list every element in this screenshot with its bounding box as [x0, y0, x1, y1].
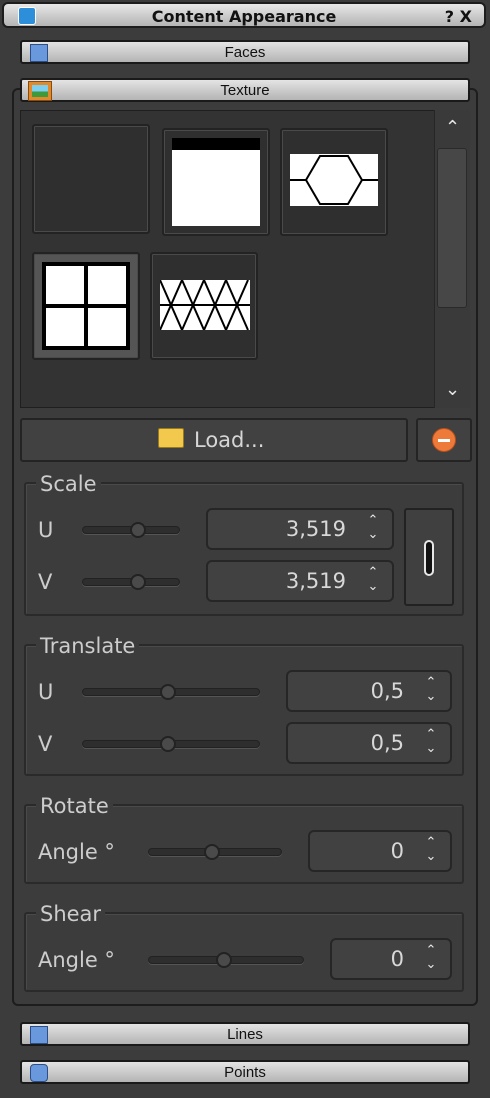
updown-arrows-icon[interactable]: ⌃ ⌄ [420, 836, 442, 866]
scale-v-label: V [38, 570, 53, 594]
scale-u-spinbox[interactable]: 3,519 ⌃ ⌄ [206, 508, 394, 550]
updown-arrows-icon[interactable]: ⌃ ⌄ [362, 566, 384, 596]
texture-thumb-none[interactable] [32, 124, 150, 234]
remove-texture-button[interactable] [416, 418, 472, 462]
scale-u-label: U [38, 518, 54, 542]
faces-section-label: Faces [224, 44, 266, 61]
translate-v-label: V [38, 732, 53, 756]
thumbnail-scrollbar[interactable]: ⌃ ⌄ [434, 110, 470, 408]
texture-thumb-triangles[interactable] [150, 252, 258, 360]
hexagon-pattern [290, 154, 378, 206]
points-section-header[interactable]: Points [20, 1060, 470, 1084]
texture-thumb-hexagon[interactable] [280, 128, 388, 236]
rotate-angle-value: 0 [390, 839, 404, 863]
rotate-angle-slider-handle[interactable] [204, 844, 220, 860]
translate-u-value: 0,5 [370, 679, 404, 703]
lines-section-header[interactable]: Lines [20, 1022, 470, 1046]
translate-v-value: 0,5 [370, 731, 404, 755]
close-button[interactable]: X [460, 7, 472, 26]
texture-thumb-grid[interactable] [32, 252, 140, 360]
window-title: Content Appearance [151, 7, 337, 26]
chain-link-icon [424, 540, 434, 576]
scroll-up-icon[interactable]: ⌃ [435, 110, 470, 146]
lines-section-label: Lines [227, 1026, 263, 1043]
link-uv-toggle[interactable] [404, 508, 454, 606]
rotate-angle-spinbox[interactable]: 0 ⌃ ⌄ [308, 830, 452, 872]
points-section-label: Points [224, 1064, 266, 1081]
translate-u-label: U [38, 680, 54, 704]
folder-icon [158, 428, 184, 448]
faces-section-header[interactable]: Faces [20, 40, 470, 64]
updown-arrows-icon[interactable]: ⌃ ⌄ [420, 676, 442, 706]
shear-title: Shear [36, 902, 106, 926]
translate-u-spinbox[interactable]: 0,5 ⌃ ⌄ [286, 670, 452, 712]
updown-arrows-icon[interactable]: ⌃ ⌄ [362, 514, 384, 544]
minus-circle-icon [432, 428, 456, 452]
rotate-title: Rotate [36, 794, 113, 818]
shear-angle-slider-handle[interactable] [216, 952, 232, 968]
translate-title: Translate [36, 634, 140, 658]
translate-v-slider-handle[interactable] [160, 736, 176, 752]
translate-v-spinbox[interactable]: 0,5 ⌃ ⌄ [286, 722, 452, 764]
top-bar-pattern [172, 138, 260, 226]
scale-v-slider-handle[interactable] [130, 574, 146, 590]
updown-arrows-icon[interactable]: ⌃ ⌄ [420, 944, 442, 974]
window-titlebar: Content Appearance ? X [2, 2, 486, 28]
triangles-pattern [160, 280, 250, 330]
scroll-thumb[interactable] [437, 148, 467, 308]
scale-v-value: 3,519 [285, 569, 346, 593]
shear-angle-value: 0 [390, 947, 404, 971]
scroll-down-icon[interactable]: ⌄ [435, 372, 470, 408]
rotate-angle-label: Angle ° [38, 840, 115, 864]
load-texture-button[interactable]: Load... [20, 418, 408, 462]
texture-section-header[interactable]: Texture [20, 78, 470, 102]
updown-arrows-icon[interactable]: ⌃ ⌄ [420, 728, 442, 758]
scale-u-value: 3,519 [285, 517, 346, 541]
help-button[interactable]: ? [445, 7, 454, 26]
texture-section-label: Texture [220, 82, 270, 99]
texture-thumb-top-bar[interactable] [162, 128, 270, 236]
grid-pattern [42, 262, 130, 350]
scale-u-slider-handle[interactable] [130, 522, 146, 538]
translate-u-slider-handle[interactable] [160, 684, 176, 700]
shear-angle-spinbox[interactable]: 0 ⌃ ⌄ [330, 938, 452, 980]
shear-angle-label: Angle ° [38, 948, 115, 972]
scale-title: Scale [36, 472, 101, 496]
scale-v-spinbox[interactable]: 3,519 ⌃ ⌄ [206, 560, 394, 602]
load-button-label: Load... [194, 428, 265, 452]
